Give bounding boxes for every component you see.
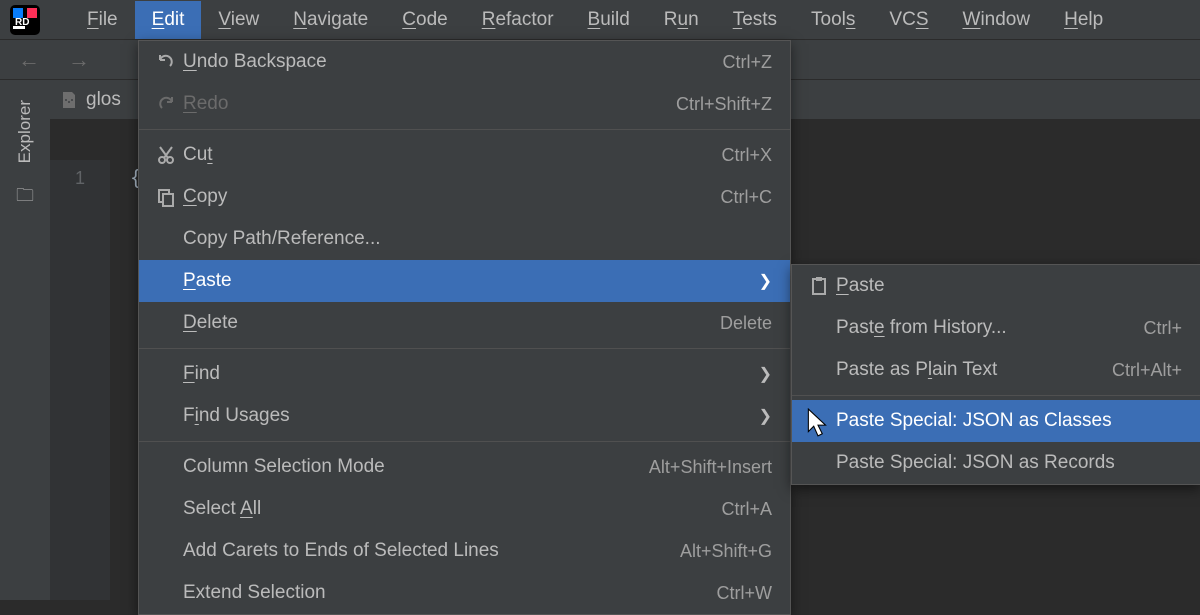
menubar-help[interactable]: Help [1047,1,1120,39]
edit-menu-separator [139,348,790,349]
edit-menu-find-usages[interactable]: Find Usages❯ [139,395,790,437]
menu-label: Add Carets to Ends of Selected Lines [183,540,680,562]
menu-label: Paste [183,270,759,292]
edit-menu-redo: RedoCtrl+Shift+Z [139,83,790,125]
menubar-view[interactable]: View [201,1,276,39]
back-arrow-icon[interactable]: ← [18,47,40,73]
menu-label: Undo Backspace [183,51,723,73]
menu-shortcut: Ctrl+X [721,145,772,166]
paste-submenu: PastePaste from History...Ctrl+Paste as … [791,264,1200,485]
menu-label: Paste as Plain Text [836,359,1112,381]
menu-label: Copy Path/Reference... [183,228,772,250]
menubar-tools[interactable]: Tools [794,1,872,39]
svg-text:RD: RD [15,17,29,28]
chevron-right-icon: ❯ [759,406,772,426]
edit-menu-separator [139,129,790,130]
menu-label: Paste Special: JSON as Records [836,452,1182,474]
edit-menu-paste[interactable]: Paste❯ [139,260,790,302]
menu-shortcut: Alt+Shift+G [680,541,772,562]
menubar: RD FileEditViewNavigateCodeRefactorBuild… [0,0,1200,40]
menubar-tests[interactable]: Tests [716,1,794,39]
menu-shortcut: Ctrl+Shift+Z [676,94,772,115]
edit-menu-extend-selection[interactable]: Extend SelectionCtrl+W [139,572,790,614]
paste-menu-paste-special-json-as-classes[interactable]: Paste Special: JSON as Classes [792,400,1200,442]
menu-shortcut: Ctrl+A [721,499,772,520]
gutter: 1 [50,160,110,600]
menu-shortcut: Ctrl+W [717,583,773,604]
app-icon: RD [10,5,40,35]
edit-menu-column-selection-mode[interactable]: Column Selection ModeAlt+Shift+Insert [139,446,790,488]
paste-icon [802,276,836,296]
paste-menu-paste-special-json-as-records[interactable]: Paste Special: JSON as Records [792,442,1200,484]
tab-filename: glos [86,89,121,111]
menu-label: Find Usages [183,405,759,427]
menu-shortcut: Ctrl+C [720,187,772,208]
menubar-file[interactable]: File [70,1,135,39]
menu-label: Paste from History... [836,317,1143,339]
edit-menu-undo-backspace[interactable]: Undo BackspaceCtrl+Z [139,41,790,83]
line-number: 1 [75,168,85,188]
edit-menu-find[interactable]: Find❯ [139,353,790,395]
menu-label: Paste [836,275,1182,297]
chevron-right-icon: ❯ [759,364,772,384]
copy-icon [149,187,183,207]
menubar-code[interactable]: Code [385,1,464,39]
edit-menu-separator [139,441,790,442]
redo-icon [149,94,183,114]
edit-menu-add-carets-to-ends-of-selected-lines[interactable]: Add Carets to Ends of Selected LinesAlt+… [139,530,790,572]
menu-label: Select All [183,498,721,520]
folder-icon[interactable]: 🗀 [16,183,34,213]
menu-shortcut: Ctrl+Alt+ [1112,360,1182,381]
chevron-right-icon: ❯ [759,271,772,291]
menubar-edit[interactable]: Edit [135,1,202,39]
edit-menu-cut[interactable]: CutCtrl+X [139,134,790,176]
menu-label: Column Selection Mode [183,456,649,478]
edit-menu-select-all[interactable]: Select AllCtrl+A [139,488,790,530]
paste-menu-paste-from-history[interactable]: Paste from History...Ctrl+ [792,307,1200,349]
paste-menu-separator [792,395,1200,396]
menubar-window[interactable]: Window [946,1,1048,39]
menu-shortcut: Ctrl+ [1143,318,1182,339]
edit-menu-delete[interactable]: DeleteDelete [139,302,790,344]
menubar-refactor[interactable]: Refactor [465,1,571,39]
editor-tab[interactable]: glos [50,83,131,117]
paste-menu-paste[interactable]: Paste [792,265,1200,307]
menu-label: Delete [183,312,720,334]
json-file-icon [60,91,78,109]
explorer-label[interactable]: Explorer [15,100,35,163]
menu-label: Extend Selection [183,582,717,604]
forward-arrow-icon[interactable]: → [68,47,90,73]
menu-shortcut: Delete [720,313,772,334]
edit-menu-copy-path-reference[interactable]: Copy Path/Reference... [139,218,790,260]
edit-dropdown-menu: Undo BackspaceCtrl+ZRedoCtrl+Shift+ZCutC… [138,40,791,615]
menu-label: Copy [183,186,720,208]
undo-icon [149,52,183,72]
menubar-run[interactable]: Run [647,1,716,39]
menu-shortcut: Alt+Shift+Insert [649,457,772,478]
sidebar: Explorer 🗀 [0,80,50,600]
menubar-build[interactable]: Build [571,1,647,39]
cut-icon [149,145,183,165]
menubar-navigate[interactable]: Navigate [276,1,385,39]
paste-menu-paste-as-plain-text[interactable]: Paste as Plain TextCtrl+Alt+ [792,349,1200,391]
edit-menu-copy[interactable]: CopyCtrl+C [139,176,790,218]
menu-label: Cut [183,144,721,166]
menubar-vcs[interactable]: VCS [872,1,945,39]
menu-label: Find [183,363,759,385]
menu-label: Redo [183,93,676,115]
menu-shortcut: Ctrl+Z [723,52,773,73]
menu-label: Paste Special: JSON as Classes [836,410,1182,432]
